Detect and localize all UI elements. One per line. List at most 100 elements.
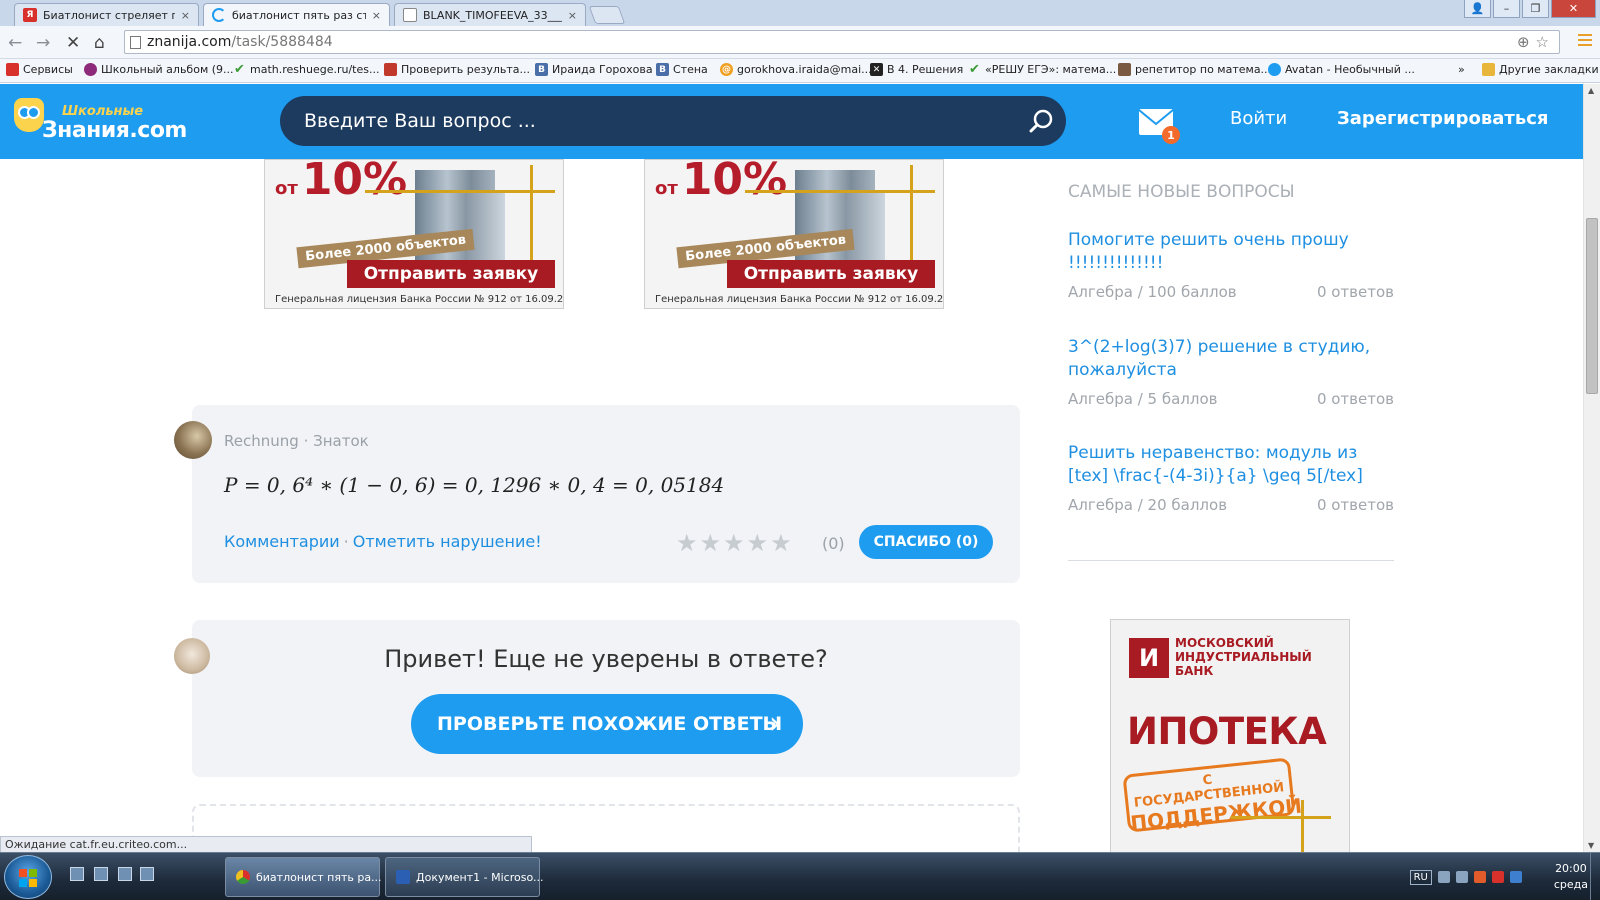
ad-banner-top-left[interactable]: от10% Более 2000 объектов Отправить заяв… xyxy=(264,159,564,309)
eye-icon xyxy=(84,63,97,76)
bookmark-apps[interactable]: Сервисы xyxy=(6,63,73,76)
search-icon[interactable] xyxy=(1028,108,1054,134)
question-link[interactable]: Помогите решить очень прошу !!!!!!!!!!!!… xyxy=(1068,229,1394,275)
report-link[interactable]: Отметить нарушение! xyxy=(353,532,542,551)
question-subject[interactable]: Алгебра xyxy=(1068,390,1133,408)
tray-app-icon[interactable] xyxy=(1473,871,1486,883)
page-scrollbar[interactable]: ▲ ▼ xyxy=(1583,84,1600,852)
bookmark-item[interactable]: Avatan - Необычный ... xyxy=(1268,63,1415,76)
browser-tab-2[interactable]: биатлонист пять раз стрел × xyxy=(203,3,390,26)
rating-stars: ★ ★ ★ ★ ★ xyxy=(676,529,792,557)
question-subject[interactable]: Алгебра xyxy=(1068,496,1133,514)
ad-cta-button[interactable]: Отправить заявку xyxy=(727,260,935,288)
ad-cta-button[interactable]: Отправить заявку xyxy=(347,260,555,288)
person-photo-icon xyxy=(1118,63,1131,76)
star-icon[interactable]: ★ xyxy=(700,529,722,557)
bookmark-other[interactable]: Другие закладки xyxy=(1482,63,1599,76)
question-answers: 0 ответов xyxy=(1316,390,1394,408)
back-arrow-icon[interactable]: ← xyxy=(8,33,22,53)
zoom-icon[interactable]: ⊕ xyxy=(1517,33,1530,51)
scrollbar-thumb[interactable] xyxy=(1586,218,1598,394)
bookmark-item[interactable]: ✔ «РЕШУ ЕГЭ»: матема... xyxy=(968,62,1116,77)
browser-tab-3[interactable]: BLANK_TIMOFEEVA_33___3 × xyxy=(394,3,586,26)
bookmark-item[interactable]: репетитор по матема... xyxy=(1118,63,1271,76)
taskbar-item-chrome[interactable]: биатлонист пять ра... xyxy=(225,857,382,897)
rating-count: (0) xyxy=(822,534,845,553)
taskbar-item-word[interactable]: Документ1 - Microso... xyxy=(385,857,543,897)
url-path: /task/5888484 xyxy=(231,34,333,50)
bookmark-item[interactable]: В Стена xyxy=(656,63,708,76)
chrome-icon xyxy=(236,870,250,884)
bookmark-item[interactable]: @ gorokhova.iraida@mai... xyxy=(720,63,872,76)
chrome-menu-icon[interactable] xyxy=(1578,34,1592,46)
restore-icon[interactable]: ❐ xyxy=(1522,0,1549,18)
start-button[interactable] xyxy=(4,855,52,899)
network-icon[interactable] xyxy=(1455,871,1468,883)
ad-title: ИПОТЕКА xyxy=(1127,710,1327,753)
browser-tab-1[interactable]: Я Биатлонист стреляет по ми × xyxy=(14,3,199,26)
volume-icon[interactable] xyxy=(1509,871,1522,883)
forward-arrow-icon[interactable]: → xyxy=(36,33,50,53)
address-bar[interactable]: znanija.com/task/5888484 ⊕ ☆ xyxy=(124,30,1560,54)
language-indicator[interactable]: RU xyxy=(1409,869,1432,885)
url-host: znanija.com xyxy=(147,34,232,50)
check-similar-answers-button[interactable]: ПРОВЕРЬТЕ ПОХОЖИЕ ОТВЕТЫ › xyxy=(411,694,803,754)
thanks-button[interactable]: СПАСИБО (0) xyxy=(859,525,993,559)
system-clock[interactable]: 20:00 среда xyxy=(1554,861,1588,893)
document-favicon-icon xyxy=(403,8,417,22)
star-icon[interactable]: ★ xyxy=(770,529,792,557)
login-link[interactable]: Войти xyxy=(1230,108,1287,129)
show-desktop-icon[interactable] xyxy=(70,867,84,881)
notepad-icon[interactable] xyxy=(140,867,154,881)
search-input[interactable] xyxy=(304,96,1004,146)
bookmark-item[interactable]: Проверить результа... xyxy=(384,63,530,76)
close-window-icon[interactable]: ✕ xyxy=(1551,0,1596,18)
ad-stamp: С ГОСУДАРСТВЕННОЙ ПОДДЕРЖКОЙ xyxy=(1122,757,1303,835)
question-points: 20 баллов xyxy=(1147,496,1228,514)
user-icon[interactable]: 👤 xyxy=(1464,0,1491,18)
register-link[interactable]: Зарегистрироваться xyxy=(1337,108,1548,129)
site-logo[interactable]: Школьные Знания.com xyxy=(14,96,214,146)
explorer-icon[interactable] xyxy=(118,867,132,881)
home-icon[interactable]: ⌂ xyxy=(94,33,105,53)
bookmark-item[interactable]: ✔ math.reshuege.ru/tes... xyxy=(233,62,379,77)
question-link[interactable]: 3^(2+log(3)7) решение в студию, пожалуйс… xyxy=(1068,336,1394,382)
window-controls: 👤 – ❐ ✕ xyxy=(1464,0,1596,18)
bookmarks-overflow[interactable]: » xyxy=(1458,63,1465,76)
star-icon[interactable]: ★ xyxy=(747,529,769,557)
star-icon[interactable]: ★ xyxy=(723,529,745,557)
question-subject[interactable]: Алгебра xyxy=(1068,283,1133,301)
minimize-icon[interactable]: – xyxy=(1493,0,1520,18)
tab-title: Биатлонист стреляет по ми xyxy=(43,8,175,22)
author-name[interactable]: Rechnung xyxy=(224,432,299,450)
help-icon[interactable] xyxy=(1437,871,1450,883)
ad-banner-side[interactable]: И МОСКОВСКИЙ ИНДУСТРИАЛЬНЫЙ БАНК ИПОТЕКА… xyxy=(1110,619,1350,852)
antivirus-icon[interactable] xyxy=(1491,871,1504,883)
tab-close-icon[interactable]: × xyxy=(568,9,577,22)
notification-badge: 1 xyxy=(1162,126,1180,144)
question-link[interactable]: Решить неравенство: модуль из [tex] \fra… xyxy=(1068,442,1394,488)
comments-link[interactable]: Комментарии xyxy=(224,532,340,551)
star-icon[interactable]: ★ xyxy=(676,529,698,557)
new-tab-button[interactable] xyxy=(588,6,626,24)
show-desktop-button[interactable] xyxy=(1590,853,1600,900)
scroll-up-icon[interactable]: ▲ xyxy=(1588,86,1594,95)
game-icon: ✕ xyxy=(870,63,883,76)
bookmark-item[interactable]: ✕ В 4. Решения xyxy=(870,63,963,76)
bookmark-item[interactable]: Школьный альбом (9... xyxy=(84,63,234,76)
bookmark-item[interactable]: В Ираида Горохова xyxy=(535,63,653,76)
mail-ru-icon: @ xyxy=(720,63,733,76)
site-header: Школьные Знания.com 1 Войти Зарегистриро… xyxy=(0,84,1583,159)
crane-image xyxy=(530,165,533,265)
scroll-down-icon[interactable]: ▼ xyxy=(1588,841,1594,850)
window-switch-icon[interactable] xyxy=(94,867,108,881)
bookmark-star-icon[interactable]: ☆ xyxy=(1536,33,1549,51)
divider xyxy=(1068,560,1394,561)
tab-close-icon[interactable]: × xyxy=(372,9,381,22)
ad-banner-top-right[interactable]: от10% Более 2000 объектов Отправить заяв… xyxy=(644,159,944,309)
messages-button[interactable]: 1 xyxy=(1138,108,1180,144)
avatar[interactable] xyxy=(174,421,212,459)
stop-icon[interactable]: ✕ xyxy=(66,33,80,53)
tab-close-icon[interactable]: × xyxy=(181,9,190,22)
page-icon xyxy=(130,36,141,49)
